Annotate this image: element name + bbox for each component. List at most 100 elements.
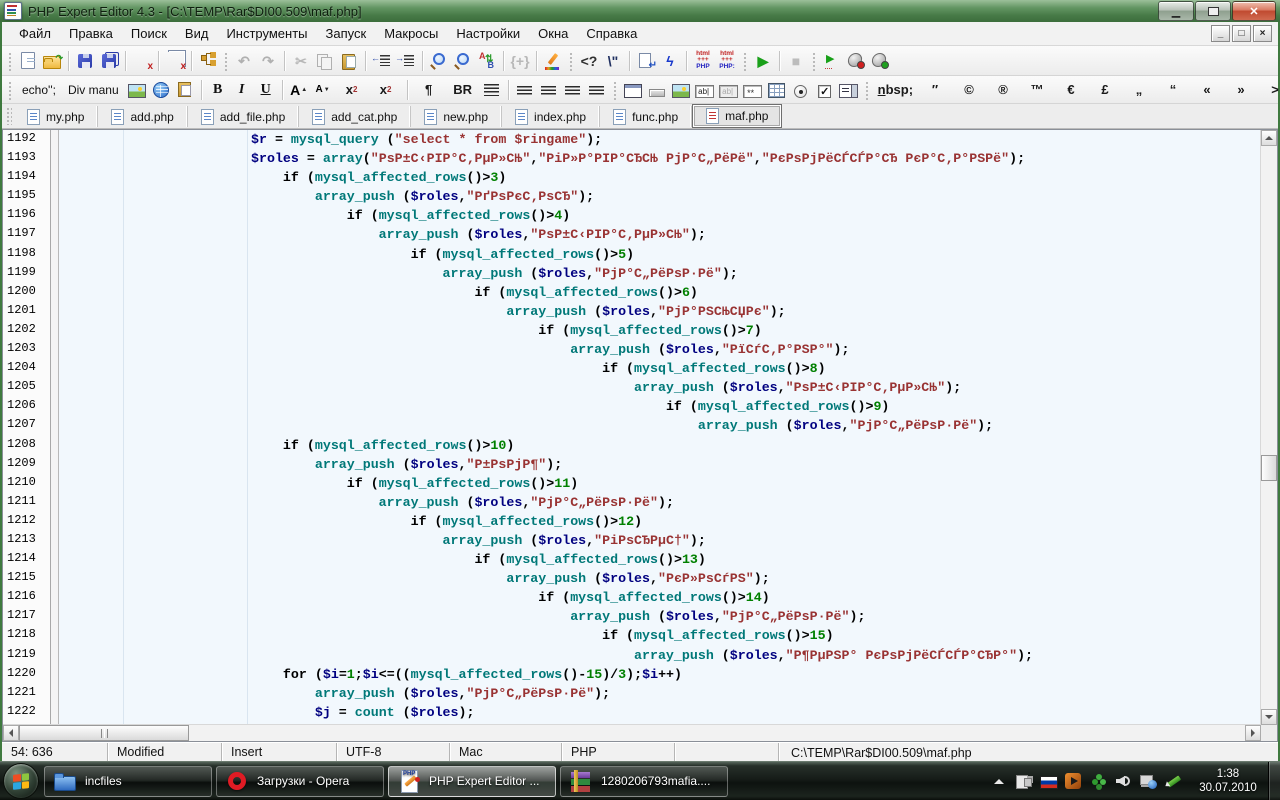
code-text[interactable]: array_push ($roles,"Р¶РµРЅР° РєРѕРјРёСЃС… — [59, 646, 1261, 665]
new-file-icon[interactable] — [16, 49, 40, 73]
find-icon[interactable] — [427, 49, 451, 73]
menu-item-4[interactable]: Вид — [176, 26, 218, 41]
menu-item-7[interactable]: Макросы — [375, 26, 447, 41]
form-password-icon[interactable] — [741, 78, 765, 102]
menu-item-2[interactable]: Правка — [60, 26, 122, 41]
char-euro-button[interactable]: € — [1054, 78, 1088, 102]
media-player-tray-icon[interactable] — [1064, 772, 1082, 790]
code-text[interactable]: if (mysql_affected_rows()>6) — [59, 283, 1261, 302]
code-text[interactable]: array_push ($roles,"РїСѓС‚Р°РЅР°"); — [59, 340, 1261, 359]
subscript-button[interactable]: x2 — [335, 78, 369, 102]
tab-add-php[interactable]: add.php — [98, 106, 187, 127]
safely-remove-hardware-icon[interactable] — [1014, 772, 1032, 790]
code-text[interactable]: if (mysql_affected_rows()>10) — [59, 436, 1261, 455]
code-text[interactable]: if (mysql_affected_rows()>4) — [59, 206, 1261, 225]
form-checkbox-icon[interactable] — [813, 78, 837, 102]
underline-button[interactable]: U — [254, 78, 278, 102]
form-table-icon[interactable] — [765, 78, 789, 102]
highlight-code-icon[interactable] — [541, 49, 565, 73]
nbsp-button[interactable]: nbsp; — [873, 78, 918, 102]
code-text[interactable]: array_push ($roles,"РјР°С„РёРѕР·Рё"); — [59, 684, 1261, 703]
scroll-down-button[interactable] — [1261, 709, 1277, 725]
code-text[interactable]: $r = mysql_query ("select * from $ringam… — [59, 130, 1261, 149]
align-center-icon[interactable] — [537, 78, 561, 102]
close-button[interactable]: ✕ — [1232, 1, 1276, 21]
italic-button[interactable]: I — [230, 78, 254, 102]
code-text[interactable]: array_push ($roles,"РґРѕРєС‚РѕСЂ"); — [59, 187, 1261, 206]
save-all-icon[interactable] — [97, 49, 121, 73]
tab-func-php[interactable]: func.php — [600, 106, 692, 127]
paste-icon[interactable] — [337, 49, 361, 73]
copy-icon[interactable] — [313, 49, 337, 73]
php-tags-icon[interactable]: <? — [577, 49, 601, 73]
code-editor[interactable]: 1192$r = mysql_query ("select * from $ri… — [2, 129, 1278, 742]
indent-icon[interactable] — [394, 49, 418, 73]
mdi-minimize-button[interactable]: _ — [1211, 25, 1230, 42]
code-text[interactable]: if (mysql_affected_rows()>3) — [59, 168, 1261, 187]
horizontal-scrollbar[interactable] — [3, 724, 1261, 741]
insert-image-icon[interactable] — [125, 78, 149, 102]
code-text[interactable]: if (mysql_affected_rows()>7) — [59, 321, 1261, 340]
form-button-icon[interactable] — [645, 78, 669, 102]
char-gt-button[interactable]: > — [1258, 78, 1280, 102]
minimize-button[interactable]: ▁ — [1158, 1, 1194, 21]
char-lowquote-button[interactable]: „ — [1122, 78, 1156, 102]
pencil-tray-icon[interactable] — [1164, 772, 1182, 790]
menu-item-1[interactable]: Файл — [10, 26, 60, 41]
code-text[interactable]: if (mysql_affected_rows()>14) — [59, 588, 1261, 607]
char-leftquote-button[interactable]: “ — [1156, 78, 1190, 102]
menu-item-5[interactable]: Инструменты — [217, 26, 316, 41]
code-text[interactable]: array_push ($roles,"Р±РѕРјР¶"); — [59, 455, 1261, 474]
code-text[interactable]: for ($i=1;$i<=((mysql_affected_rows()-15… — [59, 665, 1261, 684]
form-select-icon[interactable] — [837, 78, 861, 102]
code-text[interactable]: $roles = array("РѕР±С‹РІР°С‚РµР»СЊ","РіР… — [59, 149, 1261, 168]
menu-item-9[interactable]: Окна — [529, 26, 577, 41]
form-radio-icon[interactable] — [789, 78, 813, 102]
restore-button[interactable] — [1195, 1, 1231, 21]
code-text[interactable]: if (mysql_affected_rows()>13) — [59, 550, 1261, 569]
char-laquo-button[interactable]: « — [1190, 78, 1224, 102]
code-text[interactable]: array_push ($roles,"РјР°РЅСЊСЏРє"); — [59, 302, 1261, 321]
code-text[interactable]: array_push ($roles,"РіРѕСЂРµС†"); — [59, 531, 1261, 550]
stop-icon[interactable]: ■ — [784, 49, 808, 73]
text-block-icon[interactable] — [480, 78, 504, 102]
char-registered-button[interactable]: ® — [986, 78, 1020, 102]
font-smaller-button[interactable]: A▼ — [311, 78, 335, 102]
tab-my-php[interactable]: my.php — [14, 106, 98, 127]
form-window-icon[interactable] — [621, 78, 645, 102]
char-pound-button[interactable]: £ — [1088, 78, 1122, 102]
run-icon[interactable]: ▶ — [751, 49, 775, 73]
volume-icon[interactable] — [1114, 772, 1132, 790]
scroll-up-button[interactable] — [1261, 130, 1277, 146]
code-text[interactable]: array_push ($roles,"РєР»РѕСѓРЅ"); — [59, 569, 1261, 588]
unindent-icon[interactable] — [370, 49, 394, 73]
open-file-icon[interactable] — [40, 49, 64, 73]
paste-html-icon[interactable] — [173, 78, 197, 102]
code-text[interactable]: if (mysql_affected_rows()>9) — [59, 397, 1261, 416]
div-menu-button[interactable]: Div manu — [62, 78, 125, 102]
form-textfield-disabled-icon[interactable] — [717, 78, 741, 102]
menu-item-10[interactable]: Справка — [577, 26, 646, 41]
convert-document-icon[interactable] — [634, 49, 658, 73]
code-text[interactable]: if (mysql_affected_rows()>12) — [59, 512, 1261, 531]
remote-debug-stop-icon[interactable] — [844, 49, 868, 73]
show-desktop-button[interactable] — [1268, 762, 1280, 800]
tab-new-php[interactable]: new.php — [411, 106, 502, 127]
tab-index-php[interactable]: index.php — [502, 106, 600, 127]
menu-item-8[interactable]: Настройки — [447, 26, 529, 41]
char-dblprime-button[interactable]: ″ — [918, 78, 952, 102]
run-to-cursor-icon[interactable] — [820, 49, 844, 73]
taskbar-button-php-editor[interactable]: PHP Expert Editor ... — [388, 766, 556, 797]
code-text[interactable]: array_push ($roles,"РјР°С„РёРѕР·Рё"); — [59, 493, 1261, 512]
find-next-icon[interactable]: ⇅ — [475, 49, 499, 73]
replace-icon[interactable] — [451, 49, 475, 73]
clover-tray-icon[interactable] — [1089, 772, 1107, 790]
code-text[interactable]: $j = count ($roles); — [59, 703, 1261, 722]
align-right-icon[interactable] — [561, 78, 585, 102]
menu-item-6[interactable]: Запуск — [317, 26, 376, 41]
char-trademark-button[interactable]: ™ — [1020, 78, 1054, 102]
form-textfield-icon[interactable] — [693, 78, 717, 102]
taskbar-button-opera[interactable]: Загрузки - Opera — [216, 766, 384, 797]
tab-maf-php[interactable]: maf.php — [692, 104, 782, 128]
br-tag-button[interactable]: BR — [446, 78, 480, 102]
